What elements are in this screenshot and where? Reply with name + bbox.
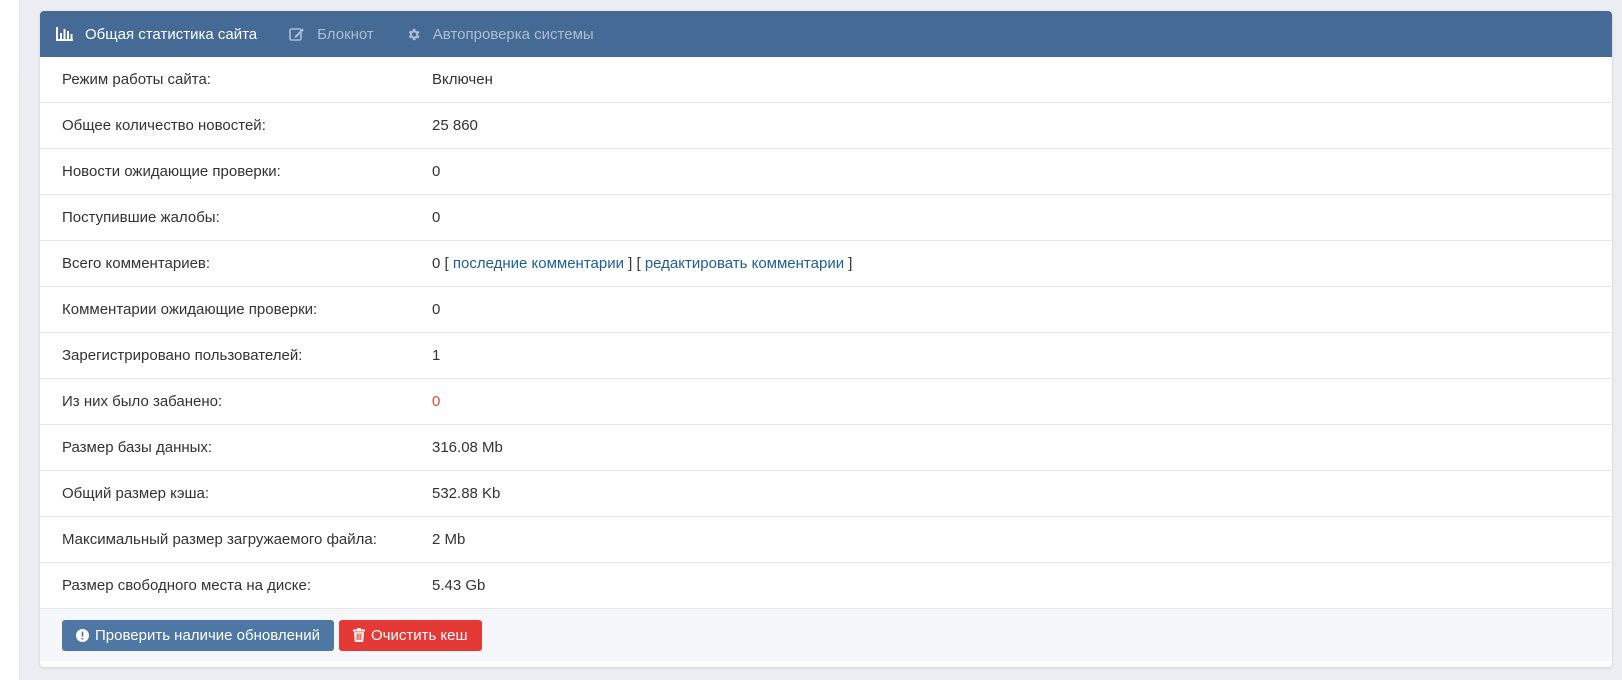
stat-row-free-disk: Размер свободного места на диске: 5.43 G… xyxy=(40,563,1612,609)
stat-label: Размер базы данных: xyxy=(62,439,213,456)
tab-label: Автопроверка системы xyxy=(432,25,594,43)
stat-row-max-upload: Максимальный размер загружаемого файла: … xyxy=(40,517,1612,563)
stat-label: Всего комментариев: xyxy=(62,255,211,272)
stat-row-users-registered: Зарегистрировано пользователей: 1 xyxy=(40,333,1612,379)
stat-value: 0 [ последние комментарии ] [ редактиров… xyxy=(432,255,852,272)
edit-icon xyxy=(289,28,305,41)
tab-label: Общая статистика сайта xyxy=(85,25,258,43)
bracket-text: ] xyxy=(844,255,853,272)
clear-cache-button[interactable]: Очистить кеш xyxy=(338,619,482,651)
stat-label: Комментарии ожидающие проверки: xyxy=(62,301,318,318)
stat-value: 0 xyxy=(432,163,441,180)
edit-comments-link[interactable]: редактировать комментарии xyxy=(645,255,844,272)
stat-row-news-pending: Новости ожидающие проверки: 0 xyxy=(40,149,1612,195)
stat-row-db-size: Размер базы данных: 316.08 Mb xyxy=(40,425,1612,471)
button-label: Проверить наличие обновлений xyxy=(95,626,320,644)
tab-label: Блокнот xyxy=(317,25,374,43)
tab-system-autocheck[interactable]: Автопроверка системы xyxy=(406,26,594,43)
stat-label: Размер свободного места на диске: xyxy=(62,577,312,594)
stat-row-cache-size: Общий размер кэша: 532.88 Kb xyxy=(40,471,1612,517)
stat-value: 25 860 xyxy=(432,117,478,134)
trash-icon xyxy=(352,628,365,642)
stat-value: 0 xyxy=(432,209,441,226)
stat-label: Поступившие жалобы: xyxy=(62,209,220,226)
tab-notepad[interactable]: Блокнот xyxy=(289,26,374,43)
stat-value: 532.88 Kb xyxy=(432,485,501,502)
stat-label: Общее количество новостей: xyxy=(62,117,266,134)
stat-value: Включен xyxy=(432,71,493,88)
check-updates-button[interactable]: Проверить наличие обновлений xyxy=(62,619,334,651)
tab-site-statistics[interactable]: Общая статистика сайта xyxy=(56,26,257,43)
stat-value: 5.43 Gb xyxy=(432,577,486,594)
stat-label: Зарегистрировано пользователей: xyxy=(62,347,303,364)
stat-label: Новости ожидающие проверки: xyxy=(62,163,281,180)
panel-footer: Проверить наличие обновлений Очистить ке… xyxy=(40,609,1612,661)
button-label: Очистить кеш xyxy=(370,626,468,644)
stat-value-banned: 0 xyxy=(432,393,441,410)
last-comments-link[interactable]: последние комментарии xyxy=(453,255,624,272)
stat-label: Из них было забанено: xyxy=(62,393,223,410)
panel-tabs: Общая статистика сайта Блокнот Автопрове… xyxy=(40,11,1612,57)
stat-row-users-banned: Из них было забанено: 0 xyxy=(40,379,1612,425)
stat-row-comments-pending: Комментарии ожидающие проверки: 0 xyxy=(40,287,1612,333)
stat-row-news-total: Общее количество новостей: 25 860 xyxy=(40,103,1612,149)
stat-value: 0 xyxy=(432,301,441,318)
stat-row-site-mode: Режим работы сайта: Включен xyxy=(40,57,1612,103)
stats-panel: Общая статистика сайта Блокнот Автопрове… xyxy=(40,11,1612,667)
stat-label: Общий размер кэша: xyxy=(62,485,210,502)
stat-label: Максимальный размер загружаемого файла: xyxy=(62,531,377,548)
stat-value: 316.08 Mb xyxy=(432,439,503,456)
bracket-text: [ xyxy=(440,255,453,272)
stat-row-comments-total: Всего комментариев: 0 [ последние коммен… xyxy=(40,241,1612,287)
stat-value: 2 Mb xyxy=(432,531,466,548)
exclamation-circle-icon xyxy=(76,628,89,642)
stat-row-complaints: Поступившие жалобы: 0 xyxy=(40,195,1612,241)
bracket-text: ] [ xyxy=(623,255,645,272)
sidebar-edge xyxy=(0,0,20,680)
stat-value: 1 xyxy=(432,347,441,364)
stats-table: Режим работы сайта: Включен Общее количе… xyxy=(40,57,1612,609)
gear-icon xyxy=(408,28,420,40)
bar-chart-icon xyxy=(56,27,73,41)
stat-label: Режим работы сайта: xyxy=(62,71,211,88)
